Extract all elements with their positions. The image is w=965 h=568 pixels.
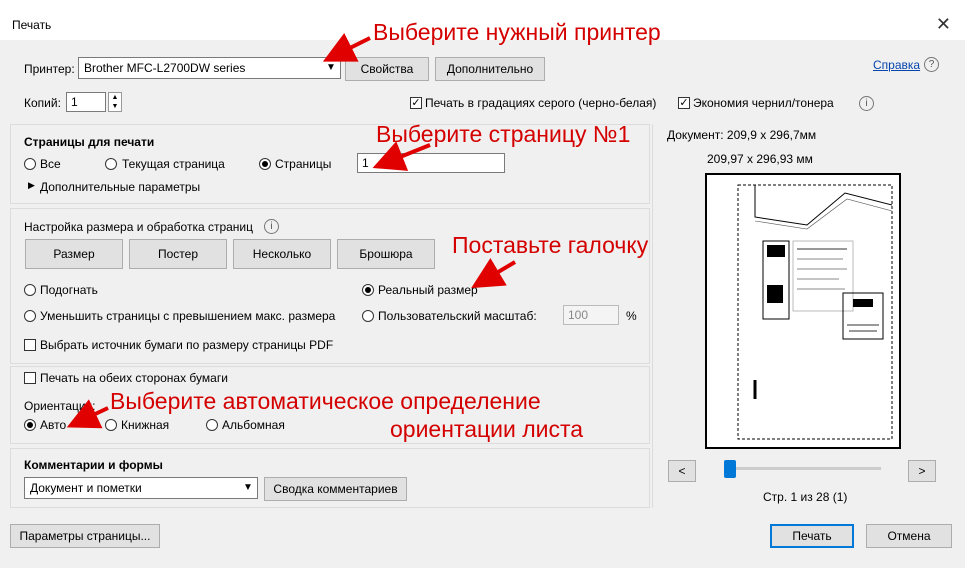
arrow-printer: [322, 32, 371, 62]
annotation-arrows: [66, 32, 517, 429]
arrow-page: [372, 141, 431, 171]
arrow-checkbox: [471, 257, 517, 289]
annotation-orientation-line2: ориентации листа: [390, 416, 584, 442]
arrow-orientation: [66, 399, 109, 429]
annotation-page: Выберите страницу №1: [376, 121, 631, 147]
annotation-printer: Выберите нужный принтер: [373, 19, 661, 45]
annotation-orientation-line1: Выберите автоматическое определение: [110, 388, 541, 414]
annotation-checkbox: Поставьте галочку: [452, 232, 649, 258]
